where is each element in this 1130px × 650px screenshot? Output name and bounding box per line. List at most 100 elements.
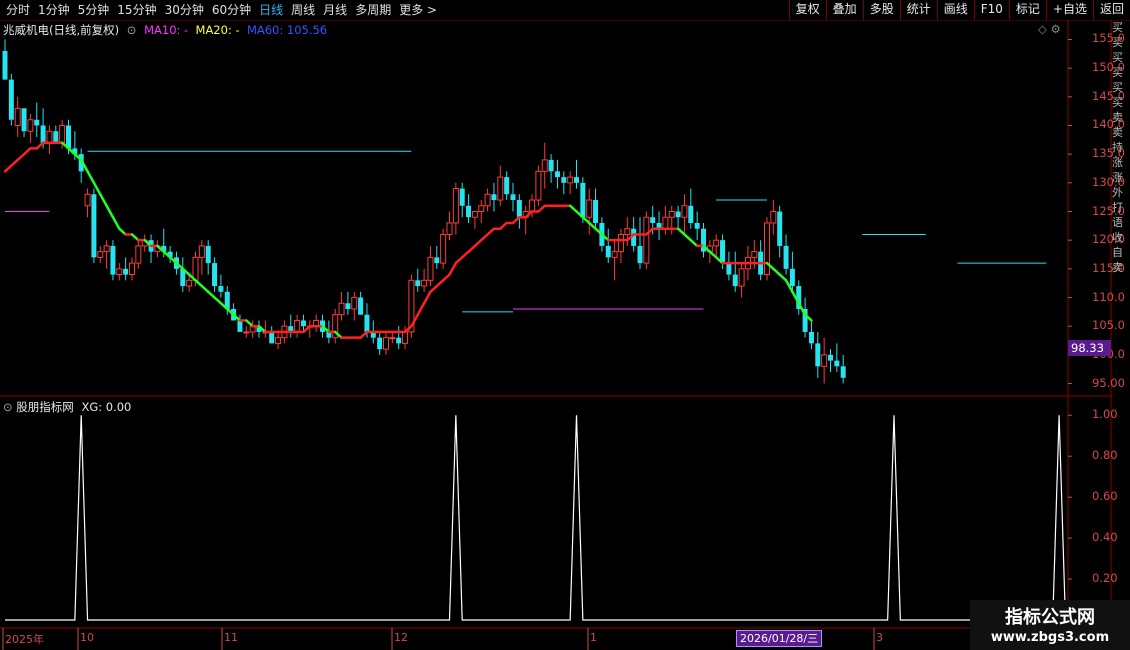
action-button-0[interactable]: 复权 <box>788 0 826 20</box>
candle-body-121 <box>770 211 777 224</box>
ma60-label: MA60: 105.56 <box>246 23 328 37</box>
ma-segment-39 <box>245 319 254 328</box>
ma20-label: MA20: - <box>195 23 240 37</box>
right-side-panel[interactable]: 买买买买买买卖卖持涨涨外打 语收自卖 <box>1112 20 1130 650</box>
candle-body-72 <box>459 188 465 206</box>
subchart-name: 股朋指标网 <box>16 400 74 414</box>
candle-body-89 <box>567 176 574 184</box>
candle-body-106 <box>675 211 681 218</box>
period-tab-8[interactable]: 月线 <box>319 0 351 20</box>
selected-date-tag: 2026/01/28/三 <box>736 630 823 647</box>
candle-body-101 <box>643 216 650 264</box>
candle-body-83 <box>529 199 536 212</box>
period-tab-4[interactable]: 30分钟 <box>161 0 208 20</box>
candle-body-14 <box>91 194 97 258</box>
candle-body-10 <box>66 125 71 149</box>
candle-body-42 <box>269 331 275 344</box>
candle-body-29 <box>186 279 193 287</box>
candle-body-79 <box>504 177 510 195</box>
ma-segment-76 <box>480 233 489 242</box>
candle-body-130 <box>828 354 833 361</box>
ma-segment-108 <box>683 233 693 242</box>
ma-segment-33 <box>206 290 216 299</box>
candle-body-122 <box>777 211 783 246</box>
candle-body-18 <box>116 268 123 276</box>
candle-body-56 <box>358 297 364 315</box>
candle-body-62 <box>396 337 402 344</box>
chart-area[interactable] <box>0 20 1130 650</box>
period-tab-5[interactable]: 60分钟 <box>208 0 255 20</box>
ma-segment-79 <box>499 221 508 230</box>
diamond-icon[interactable]: ◇ <box>1038 22 1047 36</box>
candle-body-2 <box>14 107 21 126</box>
candle-body-114 <box>726 263 732 275</box>
candle-body-113 <box>720 240 726 264</box>
candle-body-67 <box>427 256 434 281</box>
ma-segment-90 <box>568 204 578 213</box>
action-button-7[interactable]: +自选 <box>1045 0 1093 20</box>
period-tab-7[interactable]: 周线 <box>287 0 319 20</box>
action-button-1[interactable]: 叠加 <box>825 0 863 20</box>
candle-body-116 <box>738 268 745 287</box>
watermark: 指标公式网 www.zbgs3.com <box>970 600 1130 650</box>
candle-body-93 <box>593 200 599 223</box>
candle-body-9 <box>59 124 66 144</box>
candle-body-30 <box>192 256 199 281</box>
candle-body-97 <box>617 233 624 253</box>
candle-body-91 <box>580 182 586 218</box>
candle-body-109 <box>694 222 700 229</box>
ma-segment-6 <box>35 141 45 150</box>
action-button-2[interactable]: 多股 <box>862 0 900 20</box>
action-button-6[interactable]: 标记 <box>1008 0 1046 20</box>
period-tab-3[interactable]: 15分钟 <box>113 0 160 20</box>
period-tab-1[interactable]: 1分钟 <box>34 0 74 20</box>
candle-body-108 <box>688 205 694 223</box>
ma-segment-4 <box>22 147 32 156</box>
ma-segment-70 <box>441 273 451 282</box>
candle-body-59 <box>377 337 383 350</box>
candle-body-66 <box>421 279 428 287</box>
candle-body-6 <box>40 125 46 143</box>
ma-segment-66 <box>416 302 426 316</box>
ma-segment-57 <box>359 330 369 339</box>
ma-segment-16 <box>99 193 108 208</box>
candle-body-75 <box>478 205 485 212</box>
indicator-settings-icon[interactable]: ⊙ <box>127 23 137 37</box>
candle-body-31 <box>198 245 205 258</box>
candle-body-112 <box>713 239 720 247</box>
period-tab-0[interactable]: 分时 <box>2 0 34 20</box>
ma-segment-85 <box>537 204 546 213</box>
period-tab-2[interactable]: 5分钟 <box>74 0 114 20</box>
candle-body-65 <box>415 280 421 287</box>
period-tab-10[interactable]: 更多 > <box>395 0 441 20</box>
candle-body-37 <box>237 320 243 332</box>
gear-icon[interactable]: ⚙ <box>1051 22 1061 36</box>
date-label-5: 3 <box>876 631 883 644</box>
ma-segment-107 <box>676 227 686 236</box>
action-button-3[interactable]: 统计 <box>899 0 937 20</box>
panel-controls[interactable]: ◇ ⚙ <box>1038 22 1061 36</box>
candle-body-132 <box>840 366 846 378</box>
action-button-4[interactable]: 画线 <box>936 0 974 20</box>
candle-body-81 <box>516 200 522 218</box>
action-button-8[interactable]: 返回 <box>1092 0 1130 20</box>
period-tab-9[interactable]: 多周期 <box>351 0 395 20</box>
candle-body-78 <box>497 176 504 201</box>
candle-body-123 <box>783 245 789 269</box>
candle-body-57 <box>364 314 370 332</box>
ma-segment-73 <box>460 250 470 259</box>
ma-segment-32 <box>200 284 210 294</box>
subchart-value: XG: 0.00 <box>81 400 132 414</box>
candle-body-92 <box>586 199 593 218</box>
subchart-collapse-icon[interactable]: ⊙ <box>3 400 13 414</box>
candle-body-104 <box>662 216 669 230</box>
candle-body-7 <box>46 130 53 144</box>
action-button-5[interactable]: F10 <box>973 0 1009 20</box>
period-tab-6[interactable]: 日线 <box>255 0 287 20</box>
candle-body-129 <box>821 354 828 367</box>
candle-body-55 <box>351 297 358 310</box>
date-label-0: 2025年 <box>5 633 44 646</box>
ma-segment-17 <box>105 204 115 219</box>
candle-body-98 <box>624 228 631 235</box>
ma-segment-74 <box>467 244 477 253</box>
